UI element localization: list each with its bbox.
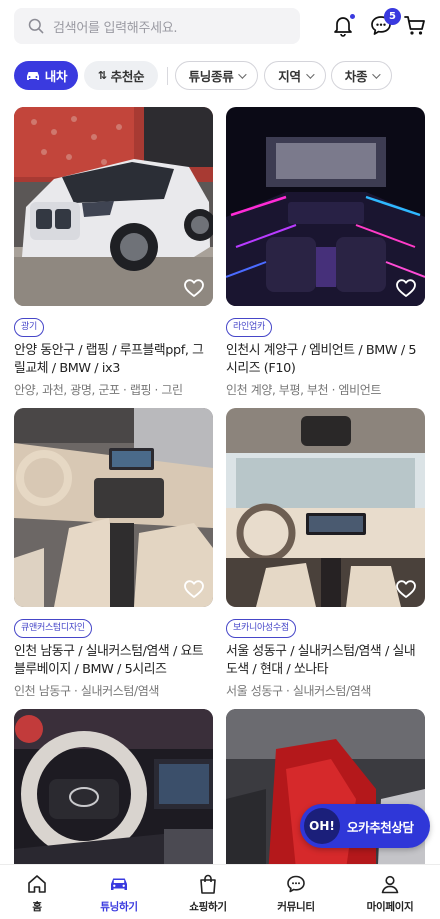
chevron-down-icon bbox=[372, 69, 381, 79]
chat-bubble-icon bbox=[287, 875, 305, 893]
shop-badge: 보카니아성수점 bbox=[226, 619, 296, 638]
shop-badge: 큐앤커스텀디자인 bbox=[14, 619, 92, 638]
chevron-down-icon bbox=[238, 69, 248, 79]
post-image[interactable] bbox=[226, 107, 425, 306]
oca-logo: OH! bbox=[304, 808, 340, 844]
recommend-consult-button[interactable]: OH! 오카추천상담 bbox=[300, 804, 430, 848]
nav-mypage[interactable]: 마이페이지 bbox=[346, 873, 434, 917]
post-subtitle: 서울 성동구 · 실내커스텀/염색 bbox=[226, 684, 371, 698]
post-image[interactable] bbox=[14, 107, 213, 306]
nav-home[interactable]: 홈 bbox=[0, 873, 81, 917]
car-type-label: 차종 bbox=[344, 69, 368, 84]
my-car-chip[interactable]: 내차 bbox=[14, 61, 78, 90]
nav-label: 홈 bbox=[32, 901, 42, 913]
nav-tuning[interactable]: 튜닝하기 bbox=[75, 873, 163, 917]
heart-icon[interactable] bbox=[395, 278, 417, 298]
user-icon bbox=[381, 875, 399, 894]
chat-count-badge: 5 bbox=[384, 8, 401, 25]
car-icon bbox=[26, 71, 39, 80]
post-card[interactable]: 라인업카 인천시 계양구 / 엠비언트 / BMW / 5시리즈 (F10) 인… bbox=[226, 107, 425, 398]
post-card[interactable]: 큐앤커스텀디자인 인천 남동구 / 실내커스텀/염색 / 요트블루베이지 / B… bbox=[14, 408, 213, 699]
post-title: 안양 동안구 / 랩핑 / 루프블랙ppf, 그릴교체 / BMW / ix3 bbox=[14, 343, 204, 376]
sort-icon: ⇅ bbox=[97, 69, 107, 82]
nav-community[interactable]: 커뮤니티 bbox=[252, 873, 340, 917]
post-title: 인천시 계양구 / 엠비언트 / BMW / 5시리즈 (F10) bbox=[226, 343, 417, 376]
tuning-type-label: 튜닝종류 bbox=[188, 69, 234, 84]
shop-badge: 광기 bbox=[14, 318, 44, 337]
region-dropdown[interactable]: 지역 bbox=[264, 61, 326, 90]
post-subtitle: 인천 계양, 부평, 부천 · 엠비언트 bbox=[226, 383, 381, 397]
shop-badge: 라인업카 bbox=[226, 318, 272, 337]
chevron-down-icon bbox=[305, 69, 315, 79]
nav-label: 커뮤니티 bbox=[277, 901, 315, 913]
car-photo bbox=[14, 107, 213, 306]
region-label: 지역 bbox=[278, 69, 301, 84]
heart-icon[interactable] bbox=[183, 278, 205, 298]
post-title: 서울 성동구 / 실내커스텀/염색 / 실내도색 / 현대 / 쏘나타 bbox=[226, 644, 416, 677]
post-subtitle: 안양, 과천, 광명, 군포 · 랩핑 · 그린 bbox=[14, 383, 183, 397]
nav-label: 마이페이지 bbox=[366, 901, 414, 913]
my-car-label: 내차 bbox=[44, 69, 68, 84]
tuning-type-dropdown[interactable]: 튜닝종류 bbox=[175, 61, 258, 90]
consult-label: 오카추천상담 bbox=[347, 819, 414, 835]
sort-chip[interactable]: ⇅ 추천순 bbox=[84, 61, 158, 90]
post-card[interactable]: 광기 안양 동안구 / 랩핑 / 루프블랙ppf, 그릴교체 / BMW / i… bbox=[14, 107, 213, 398]
post-subtitle: 인천 남동구 · 실내커스텀/염색 bbox=[14, 684, 159, 698]
sort-label: 추천순 bbox=[110, 69, 145, 84]
shopping-bag-icon bbox=[200, 874, 216, 894]
post-title: 인천 남동구 / 실내커스텀/염색 / 요트블루베이지 / BMW / 5시리즈 bbox=[14, 644, 204, 677]
post-image[interactable] bbox=[226, 408, 425, 607]
nav-shopping[interactable]: 쇼핑하기 bbox=[164, 873, 252, 917]
post-image[interactable] bbox=[14, 408, 213, 607]
home-icon bbox=[28, 875, 46, 893]
heart-icon[interactable] bbox=[183, 579, 205, 599]
cart-icon[interactable] bbox=[402, 12, 428, 38]
nav-label: 튜닝하기 bbox=[100, 901, 138, 913]
nav-label: 쇼핑하기 bbox=[189, 901, 227, 913]
car-photo bbox=[14, 408, 213, 607]
car-icon bbox=[111, 878, 127, 890]
top-header: 검색어를 입력해주세요. 5 bbox=[0, 0, 440, 52]
bottom-nav: 홈 튜닝하기 쇼핑하기 커뮤니티 마이페이지 bbox=[0, 864, 440, 919]
filter-divider bbox=[167, 67, 168, 85]
post-card[interactable]: 보카니아성수점 서울 성동구 / 실내커스텀/염색 / 실내도색 / 현대 / … bbox=[226, 408, 425, 699]
notification-dot bbox=[350, 14, 355, 19]
filter-bar: 내차 ⇅ 추천순 튜닝종류 지역 차종 bbox=[0, 58, 440, 94]
search-placeholder: 검색어를 입력해주세요. bbox=[53, 20, 178, 36]
heart-icon[interactable] bbox=[395, 579, 417, 599]
car-photo bbox=[226, 107, 425, 306]
search-bar[interactable]: 검색어를 입력해주세요. bbox=[14, 8, 300, 44]
car-photo bbox=[226, 408, 425, 607]
search-icon bbox=[28, 18, 44, 34]
car-type-dropdown[interactable]: 차종 bbox=[331, 61, 392, 90]
